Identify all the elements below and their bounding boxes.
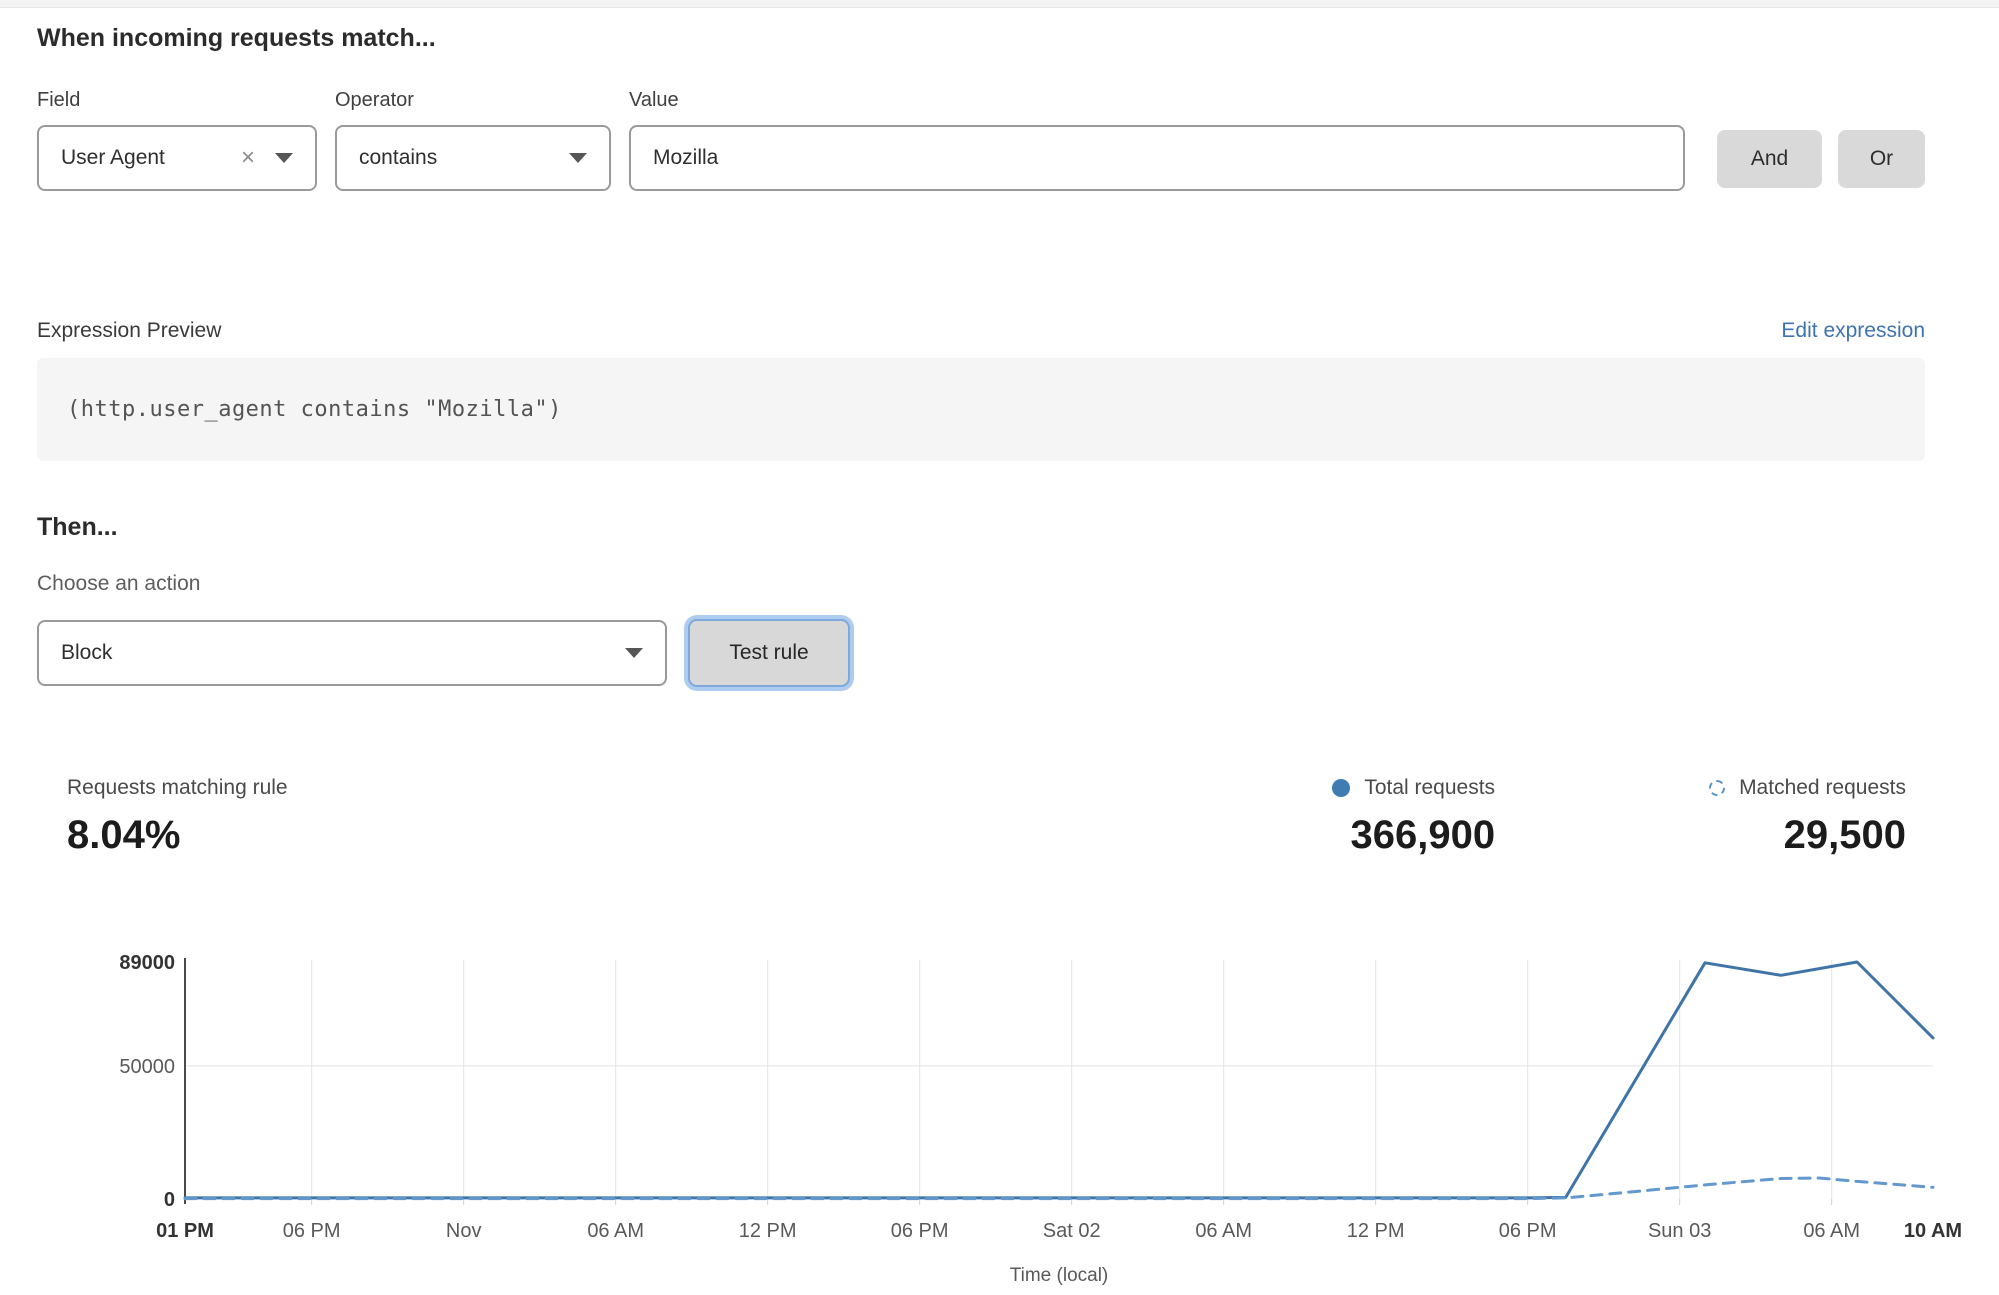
- expression-code-text: (http.user_agent contains "Mozilla"): [67, 397, 562, 422]
- chevron-down-icon: [569, 153, 587, 163]
- top-divider: [0, 0, 1999, 8]
- condition-row: Field User Agent × Operator contains Val…: [37, 88, 1925, 191]
- edit-expression-link[interactable]: Edit expression: [1781, 319, 1925, 343]
- svg-text:50000: 50000: [119, 1056, 175, 1078]
- match-heading: When incoming requests match...: [37, 22, 1925, 54]
- operator-label: Operator: [335, 88, 611, 112]
- field-label: Field: [37, 88, 317, 112]
- svg-text:06 AM: 06 AM: [587, 1220, 644, 1242]
- expression-code-block: (http.user_agent contains "Mozilla"): [37, 358, 1925, 461]
- clear-field-icon[interactable]: ×: [241, 146, 255, 170]
- svg-text:06 PM: 06 PM: [891, 1220, 949, 1242]
- total-requests-value: 366,900: [1332, 813, 1495, 857]
- matching-rule-value: 8.04%: [67, 813, 288, 857]
- matched-requests-label: Matched requests: [1739, 775, 1906, 801]
- svg-text:Nov: Nov: [446, 1220, 482, 1242]
- action-select-value: Block: [61, 641, 625, 665]
- value-input[interactable]: [629, 125, 1685, 191]
- action-row: Block Test rule: [37, 613, 1925, 693]
- svg-text:89000: 89000: [119, 952, 175, 974]
- and-button[interactable]: And: [1717, 130, 1822, 188]
- svg-text:01 PM: 01 PM: [156, 1220, 214, 1242]
- operator-column: Operator contains: [335, 88, 611, 191]
- operator-select[interactable]: contains: [335, 125, 611, 191]
- svg-text:12 PM: 12 PM: [1347, 1220, 1405, 1242]
- connector-buttons: And Or: [1717, 88, 1925, 188]
- or-button[interactable]: Or: [1838, 130, 1925, 188]
- svg-text:06 PM: 06 PM: [1499, 1220, 1557, 1242]
- requests-chart: 89000 50000 0 01 PM 06 PM Nov 06 AM 12 PM 06 PM S…: [37, 937, 1999, 1294]
- chevron-down-icon: [275, 153, 293, 163]
- matching-rule-stat: Requests matching rule 8.04%: [67, 775, 288, 857]
- svg-text:06 AM: 06 AM: [1195, 1220, 1252, 1242]
- action-select[interactable]: Block: [37, 620, 667, 686]
- field-select-value: User Agent: [61, 146, 241, 170]
- chevron-down-icon: [625, 648, 643, 658]
- total-requests-label: Total requests: [1364, 775, 1495, 801]
- svg-text:10 AM: 10 AM: [1904, 1220, 1962, 1242]
- svg-text:06 AM: 06 AM: [1803, 1220, 1860, 1242]
- value-label: Value: [629, 88, 1685, 112]
- matched-requests-dashed-circle-icon: [1709, 780, 1725, 796]
- rule-panel: When incoming requests match... Field Us…: [0, 22, 1999, 1294]
- stats-row: Requests matching rule 8.04% Total reque…: [37, 775, 1925, 857]
- test-rule-button[interactable]: Test rule: [688, 619, 850, 687]
- svg-text:Time (local): Time (local): [1010, 1265, 1109, 1286]
- matched-requests-stat: Matched requests 29,500: [1709, 775, 1906, 857]
- operator-select-value: contains: [359, 146, 569, 170]
- matched-requests-value: 29,500: [1709, 813, 1906, 857]
- choose-action-label: Choose an action: [37, 572, 1925, 596]
- total-requests-stat: Total requests 366,900: [1332, 775, 1495, 857]
- value-column: Value: [629, 88, 1685, 191]
- svg-text:Sun 03: Sun 03: [1648, 1220, 1711, 1242]
- svg-text:0: 0: [164, 1189, 175, 1211]
- matching-rule-label: Requests matching rule: [67, 775, 288, 801]
- field-select[interactable]: User Agent ×: [37, 125, 317, 191]
- field-column: Field User Agent ×: [37, 88, 317, 191]
- total-requests-dot-icon: [1332, 779, 1350, 797]
- then-heading: Then...: [37, 511, 1925, 543]
- svg-text:Sat 02: Sat 02: [1043, 1220, 1101, 1242]
- expression-preview-label: Expression Preview: [37, 317, 221, 345]
- svg-text:06 PM: 06 PM: [283, 1220, 341, 1242]
- expression-preview-row: Expression Preview Edit expression: [37, 317, 1925, 345]
- svg-text:12 PM: 12 PM: [739, 1220, 797, 1242]
